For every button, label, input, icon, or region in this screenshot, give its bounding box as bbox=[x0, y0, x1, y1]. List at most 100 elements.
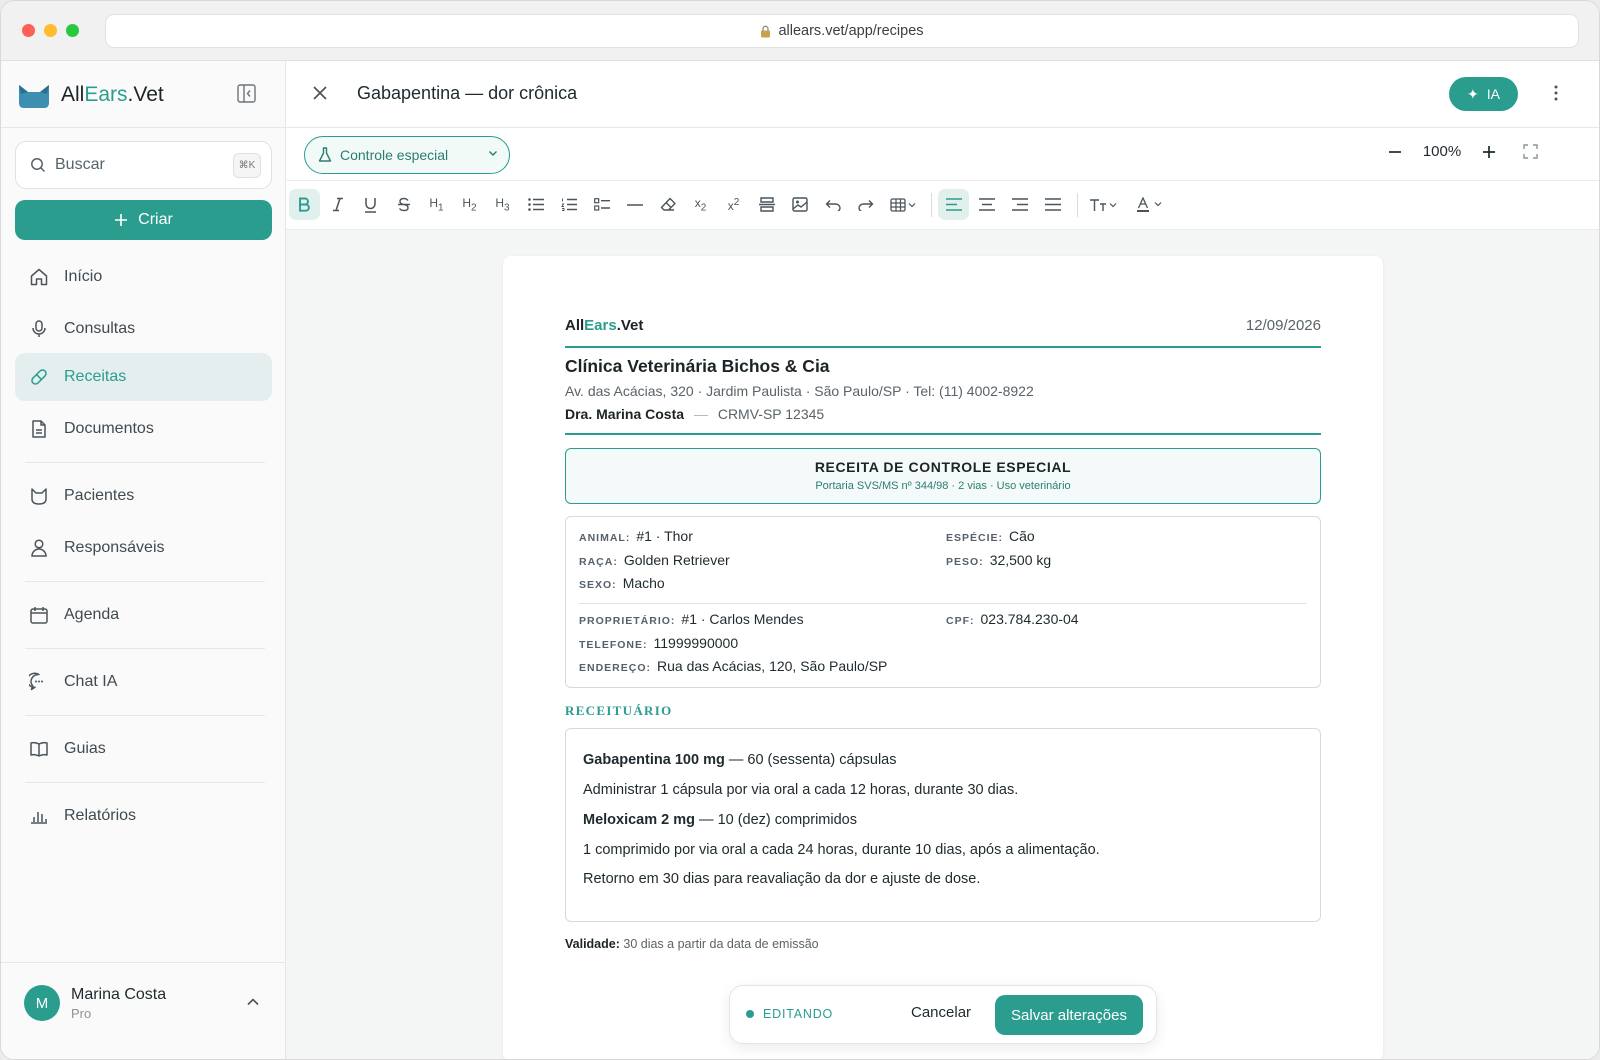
rx-line: Administrar 1 cápsula por via oral a cad… bbox=[583, 782, 1019, 798]
url-text: allears.vet/app/recipes bbox=[778, 23, 924, 39]
create-button[interactable]: Criar bbox=[15, 200, 272, 240]
collapse-sidebar-button[interactable] bbox=[237, 84, 256, 103]
close-window-dot[interactable] bbox=[22, 24, 35, 37]
heading3-icon: H3 bbox=[495, 195, 510, 214]
page-title[interactable]: Gabapentina — dor crônica bbox=[357, 83, 577, 104]
sidebar-item-agenda[interactable]: Agenda bbox=[15, 591, 272, 639]
close-editor-button[interactable] bbox=[312, 85, 328, 101]
checklist-button[interactable] bbox=[586, 189, 617, 220]
italic-button[interactable] bbox=[322, 189, 353, 220]
page-break-button[interactable] bbox=[751, 189, 782, 220]
bar-chart-icon bbox=[31, 812, 47, 824]
kebab-menu-icon bbox=[1554, 85, 1558, 101]
minimize-window-dot[interactable] bbox=[44, 24, 57, 37]
search-icon bbox=[31, 158, 46, 173]
superscript-button[interactable]: x2 bbox=[718, 189, 749, 220]
vet-info: Dra. Marina Costa — CRMV-SP 12345 bbox=[565, 406, 825, 422]
nav-divider bbox=[25, 581, 265, 582]
prescription-body[interactable]: Gabapentina 100 mg — 60 (sessenta) cápsu… bbox=[565, 728, 1321, 922]
user-menu[interactable]: M Marina Costa Pro bbox=[1, 962, 286, 1059]
align-left-button[interactable] bbox=[938, 189, 969, 220]
search-input[interactable]: Buscar ⌘K bbox=[15, 141, 272, 189]
brand-logo[interactable]: AllEars.Vet bbox=[17, 81, 164, 109]
sidebar-item-label: Responsáveis bbox=[64, 539, 165, 556]
toolbar-divider bbox=[1077, 193, 1078, 217]
align-center-button[interactable] bbox=[971, 189, 1002, 220]
address-bar[interactable]: allears.vet/app/recipes bbox=[105, 14, 1579, 48]
ai-button[interactable]: ✦ IA bbox=[1449, 77, 1518, 111]
sidebar-item-relatorios[interactable]: Relatórios bbox=[15, 792, 272, 840]
cancel-button[interactable]: Cancelar bbox=[911, 1004, 971, 1021]
lock-icon bbox=[761, 25, 771, 37]
sidebar-item-pacientes[interactable]: Pacientes bbox=[15, 472, 272, 520]
undo-button[interactable] bbox=[817, 189, 848, 220]
strikethrough-icon bbox=[397, 197, 410, 212]
user-name: Marina Costa bbox=[71, 986, 167, 1003]
field-telefone: TELEFONE: 11999990000 bbox=[579, 635, 739, 651]
sidebar-item-guias[interactable]: Guias bbox=[15, 725, 272, 773]
sidebar-item-label: Documentos bbox=[64, 420, 154, 437]
bold-icon bbox=[299, 197, 310, 212]
zoom-controls: 100% bbox=[1381, 143, 1538, 160]
sidebar-toggle-icon bbox=[237, 84, 256, 103]
rx-line: Retorno em 30 dias para reavaliação da d… bbox=[583, 871, 981, 887]
table-icon bbox=[890, 197, 916, 212]
field-sexo: SEXO: Macho bbox=[579, 575, 665, 591]
sidebar-item-receitas[interactable]: Receitas bbox=[15, 353, 272, 401]
bullet-list-button[interactable] bbox=[520, 189, 551, 220]
header-rule bbox=[565, 433, 1321, 435]
document-logo: AllEars.Vet bbox=[565, 317, 644, 334]
microphone-icon bbox=[32, 320, 46, 337]
subscript-button[interactable]: x2 bbox=[685, 189, 716, 220]
plus-icon bbox=[115, 214, 128, 226]
insert-image-button[interactable] bbox=[784, 189, 815, 220]
person-icon bbox=[31, 539, 47, 557]
sidebar-item-consultas[interactable]: Consultas bbox=[15, 305, 272, 353]
chevron-down-icon bbox=[489, 151, 497, 156]
template-select[interactable]: Controle especial bbox=[304, 136, 510, 174]
redo-button[interactable] bbox=[850, 189, 881, 220]
fullscreen-button[interactable] bbox=[1523, 144, 1538, 159]
format-toolbar: H1 H2 H3 x2 x2 bbox=[286, 181, 1599, 230]
justify-icon bbox=[1044, 198, 1061, 211]
text-color-button[interactable] bbox=[1132, 189, 1172, 220]
heading2-button[interactable]: H2 bbox=[454, 189, 485, 220]
justify-button[interactable] bbox=[1037, 189, 1068, 220]
sidebar-item-label: Pacientes bbox=[64, 487, 135, 504]
font-size-icon bbox=[1090, 198, 1117, 211]
book-icon bbox=[30, 741, 48, 757]
ai-button-label: IA bbox=[1486, 86, 1500, 102]
document-page[interactable]: AllEars.Vet 12/09/2026 Clínica Veterinár… bbox=[503, 256, 1383, 1059]
maximize-window-dot[interactable] bbox=[66, 24, 79, 37]
eraser-icon bbox=[660, 197, 676, 211]
sidebar-item-inicio[interactable]: Início bbox=[15, 253, 272, 301]
ordered-list-button[interactable] bbox=[553, 189, 584, 220]
image-icon bbox=[791, 197, 808, 212]
align-left-icon bbox=[945, 198, 962, 211]
more-options-button[interactable] bbox=[1553, 84, 1559, 102]
horizontal-rule-button[interactable] bbox=[619, 189, 650, 220]
sidebar-item-chat-ia[interactable]: Chat IA bbox=[15, 658, 272, 706]
font-size-button[interactable] bbox=[1084, 189, 1124, 220]
bold-button[interactable] bbox=[289, 189, 320, 220]
table-menu-button[interactable] bbox=[883, 189, 923, 220]
cat-icon bbox=[31, 488, 47, 505]
clear-format-button[interactable] bbox=[652, 189, 683, 220]
strikethrough-button[interactable] bbox=[388, 189, 419, 220]
save-button[interactable]: Salvar alterações bbox=[995, 995, 1143, 1035]
zoom-out-button[interactable] bbox=[1381, 145, 1409, 159]
heading1-button[interactable]: H1 bbox=[421, 189, 452, 220]
heading3-button[interactable]: H3 bbox=[487, 189, 518, 220]
sidebar-item-label: Agenda bbox=[64, 606, 120, 623]
page-break-icon bbox=[758, 197, 775, 212]
text-color-icon bbox=[1137, 197, 1162, 212]
sidebar-item-responsaveis[interactable]: Responsáveis bbox=[15, 524, 272, 572]
search-placeholder: Buscar bbox=[55, 156, 105, 173]
align-right-button[interactable] bbox=[1004, 189, 1035, 220]
zoom-in-button[interactable] bbox=[1475, 145, 1503, 159]
underline-button[interactable] bbox=[355, 189, 386, 220]
header-rule bbox=[565, 346, 1321, 348]
nav-divider bbox=[25, 782, 265, 783]
sidebar: AllEars.Vet Buscar ⌘K Criar Início Consu… bbox=[1, 61, 286, 1059]
sidebar-item-documentos[interactable]: Documentos bbox=[15, 405, 272, 453]
